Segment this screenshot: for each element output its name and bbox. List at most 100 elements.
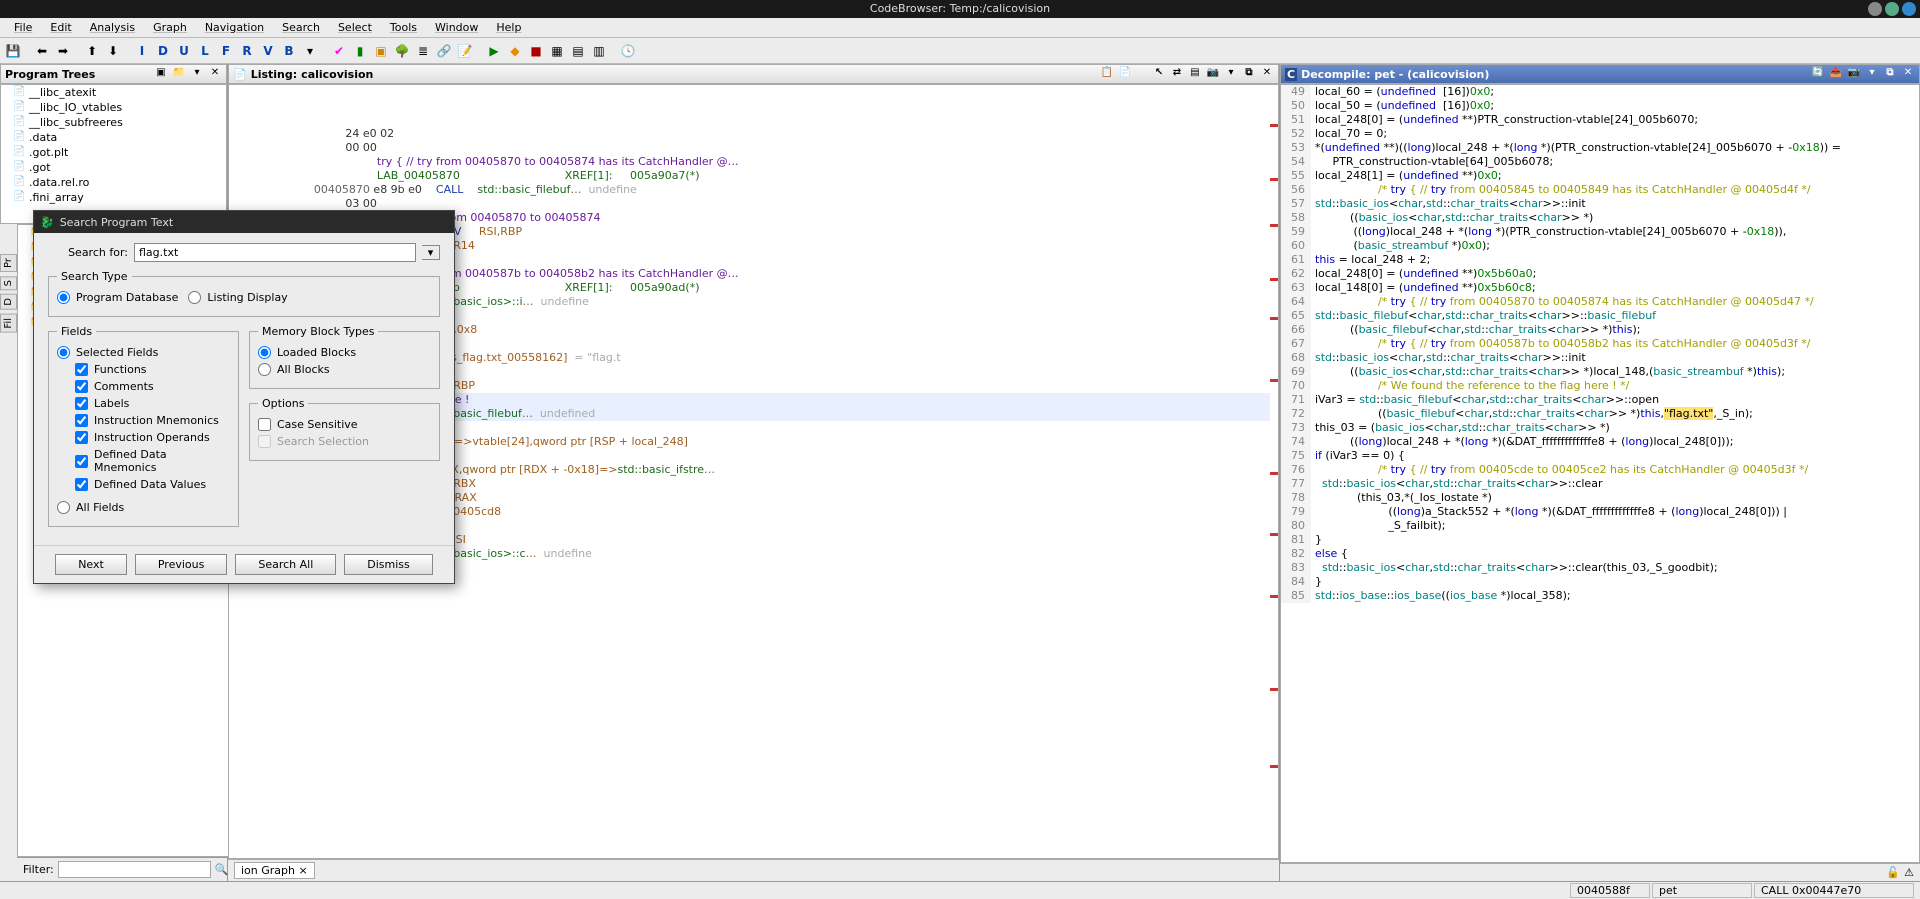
- decompile-line[interactable]: 78 (this_03,*(_Ios_Iostate *): [1281, 491, 1919, 505]
- ls-paste-icon[interactable]: 📄: [1118, 67, 1132, 81]
- decompile-line[interactable]: 73this_03 = (basic_ios<char,std::char_tr…: [1281, 421, 1919, 435]
- instr-mne-check[interactable]: [75, 414, 88, 427]
- dc-close-icon[interactable]: ✕: [1901, 67, 1915, 81]
- decompile-line[interactable]: 64 /* try { // try from 00405870 to 0040…: [1281, 295, 1919, 309]
- grid3-icon[interactable]: ▥: [590, 42, 608, 60]
- chevron-down-icon[interactable]: ▾: [301, 42, 319, 60]
- ls-opts-icon[interactable]: ▤: [1188, 67, 1202, 81]
- filter-go-icon[interactable]: 🔍: [215, 863, 229, 876]
- decompile-line[interactable]: 52local_70 = 0;: [1281, 127, 1919, 141]
- dc-menu-icon[interactable]: ▾: [1865, 67, 1879, 81]
- i-icon[interactable]: I: [133, 42, 151, 60]
- search-all-button[interactable]: Search All: [235, 554, 336, 575]
- listing-line[interactable]: 00405870 e8 9b e0 CALL std::basic_filebu…: [229, 183, 1278, 197]
- search-combo-icon[interactable]: ▾: [422, 245, 440, 260]
- listing-line[interactable]: 24 e0 02: [229, 127, 1278, 141]
- listing-line[interactable]: 03 00: [229, 197, 1278, 211]
- tree-item[interactable]: .fini_array: [1, 190, 226, 205]
- menu-help[interactable]: Help: [488, 19, 529, 36]
- decompile-line[interactable]: 70 /* We found the reference to the flag…: [1281, 379, 1919, 393]
- grid1-icon[interactable]: ▦: [548, 42, 566, 60]
- box-icon[interactable]: ▣: [372, 42, 390, 60]
- decompile-line[interactable]: 50local_50 = (undefined [16])0x0;: [1281, 99, 1919, 113]
- lock-icon[interactable]: 🔓: [1886, 866, 1900, 879]
- down-icon[interactable]: ⬇: [104, 42, 122, 60]
- f-icon[interactable]: F: [217, 42, 235, 60]
- decompile-line[interactable]: 55local_248[1] = (undefined **)0x0;: [1281, 169, 1919, 183]
- tree-item[interactable]: __libc_subfreeres: [1, 115, 226, 130]
- decompile-line[interactable]: 84}: [1281, 575, 1919, 589]
- decompile-line[interactable]: 61this = local_248 + 2;: [1281, 253, 1919, 267]
- up-icon[interactable]: ⬆: [83, 42, 101, 60]
- loaded-blocks-radio[interactable]: [258, 346, 271, 359]
- comments-check[interactable]: [75, 380, 88, 393]
- decompile-line[interactable]: 71iVar3 = std::basic_filebuf<char,std::c…: [1281, 393, 1919, 407]
- play-icon[interactable]: ▶: [485, 42, 503, 60]
- labels-check[interactable]: [75, 397, 88, 410]
- listing-tab[interactable]: ion Graph ×: [234, 862, 315, 879]
- decompile-line[interactable]: 51local_248[0] = (undefined **)PTR_const…: [1281, 113, 1919, 127]
- v-icon[interactable]: V: [259, 42, 277, 60]
- functions-check[interactable]: [75, 363, 88, 376]
- filter-input[interactable]: [58, 861, 211, 878]
- menu-navigation[interactable]: Navigation: [197, 19, 272, 36]
- menu-tools[interactable]: Tools: [382, 19, 425, 36]
- decompile-line[interactable]: 85std::ios_base::ios_base((ios_base *)lo…: [1281, 589, 1919, 603]
- tree-item[interactable]: .got: [1, 160, 226, 175]
- stop-icon[interactable]: ■: [527, 42, 545, 60]
- def-data-val-check[interactable]: [75, 478, 88, 491]
- save-icon[interactable]: 💾: [4, 42, 22, 60]
- menu-window[interactable]: Window: [427, 19, 486, 36]
- text-icon[interactable]: 📝: [456, 42, 474, 60]
- all-fields-radio[interactable]: [57, 501, 70, 514]
- instr-ops-check[interactable]: [75, 431, 88, 444]
- program-tree[interactable]: __libc_atexit__libc_IO_vtables__libc_sub…: [0, 84, 227, 224]
- pt-close-icon[interactable]: ✕: [208, 67, 222, 81]
- decompile-line[interactable]: 65std::basic_filebuf<char,std::char_trai…: [1281, 309, 1919, 323]
- previous-button[interactable]: Previous: [135, 554, 228, 575]
- def-data-mne-check[interactable]: [75, 455, 88, 468]
- tree-item[interactable]: .data: [1, 130, 226, 145]
- r-icon[interactable]: R: [238, 42, 256, 60]
- decompile-line[interactable]: 66 ((basic_filebuf<char,std::char_traits…: [1281, 323, 1919, 337]
- decompile-line[interactable]: 57std::basic_ios<char,std::char_traits<c…: [1281, 197, 1919, 211]
- sidetab[interactable]: Fil: [0, 314, 17, 333]
- decompile-line[interactable]: 59 ((long)local_248 + *(long *)(PTR_cons…: [1281, 225, 1919, 239]
- sidetab[interactable]: Pr: [0, 254, 17, 272]
- d-icon[interactable]: D: [154, 42, 172, 60]
- diamond-icon[interactable]: ◆: [506, 42, 524, 60]
- next-button[interactable]: Next: [55, 554, 127, 575]
- decompile-line[interactable]: 56 /* try { // try from 00405845 to 0040…: [1281, 183, 1919, 197]
- decompile-line[interactable]: 53*(undefined **)((long)local_248 + *(lo…: [1281, 141, 1919, 155]
- sidetab[interactable]: S: [0, 276, 17, 290]
- menu-file[interactable]: File: [6, 19, 40, 36]
- struct-icon[interactable]: ≣: [414, 42, 432, 60]
- tree-item[interactable]: .got.plt: [1, 145, 226, 160]
- b-icon[interactable]: B: [280, 42, 298, 60]
- decompile-line[interactable]: 82else {: [1281, 547, 1919, 561]
- marker-icon[interactable]: ▮: [351, 42, 369, 60]
- ls-diff-icon[interactable]: ⇄: [1170, 67, 1184, 81]
- decompile-line[interactable]: 80 _S_failbit);: [1281, 519, 1919, 533]
- menu-edit[interactable]: Edit: [42, 19, 79, 36]
- clock-icon[interactable]: 🕓: [619, 42, 637, 60]
- l-icon[interactable]: L: [196, 42, 214, 60]
- ls-close-icon[interactable]: ✕: [1260, 67, 1274, 81]
- menu-analysis[interactable]: Analysis: [82, 19, 143, 36]
- link-icon[interactable]: 🔗: [435, 42, 453, 60]
- selected-fields-radio[interactable]: [57, 346, 70, 359]
- pt-btn2-icon[interactable]: 📁: [172, 67, 186, 81]
- ls-menu-icon[interactable]: ▾: [1224, 67, 1238, 81]
- decompile-line[interactable]: 81}: [1281, 533, 1919, 547]
- search-for-input[interactable]: [134, 243, 416, 262]
- ls-copy-icon[interactable]: 📋: [1100, 67, 1114, 81]
- decompile-line[interactable]: 68std::basic_ios<char,std::char_traits<c…: [1281, 351, 1919, 365]
- dc-export-icon[interactable]: 📤: [1829, 67, 1843, 81]
- back-icon[interactable]: ⬅: [33, 42, 51, 60]
- decompile-line[interactable]: 60 (basic_streambuf *)0x0);: [1281, 239, 1919, 253]
- decompile-line[interactable]: 72 ((basic_filebuf<char,std::char_traits…: [1281, 407, 1919, 421]
- menu-search[interactable]: Search: [274, 19, 328, 36]
- decompile-line[interactable]: 58 ((basic_ios<char,std::char_traits<cha…: [1281, 211, 1919, 225]
- tree-item[interactable]: __libc_atexit: [1, 85, 226, 100]
- decompile-line[interactable]: 74 ((long)local_248 + *(long *)(&DAT_fff…: [1281, 435, 1919, 449]
